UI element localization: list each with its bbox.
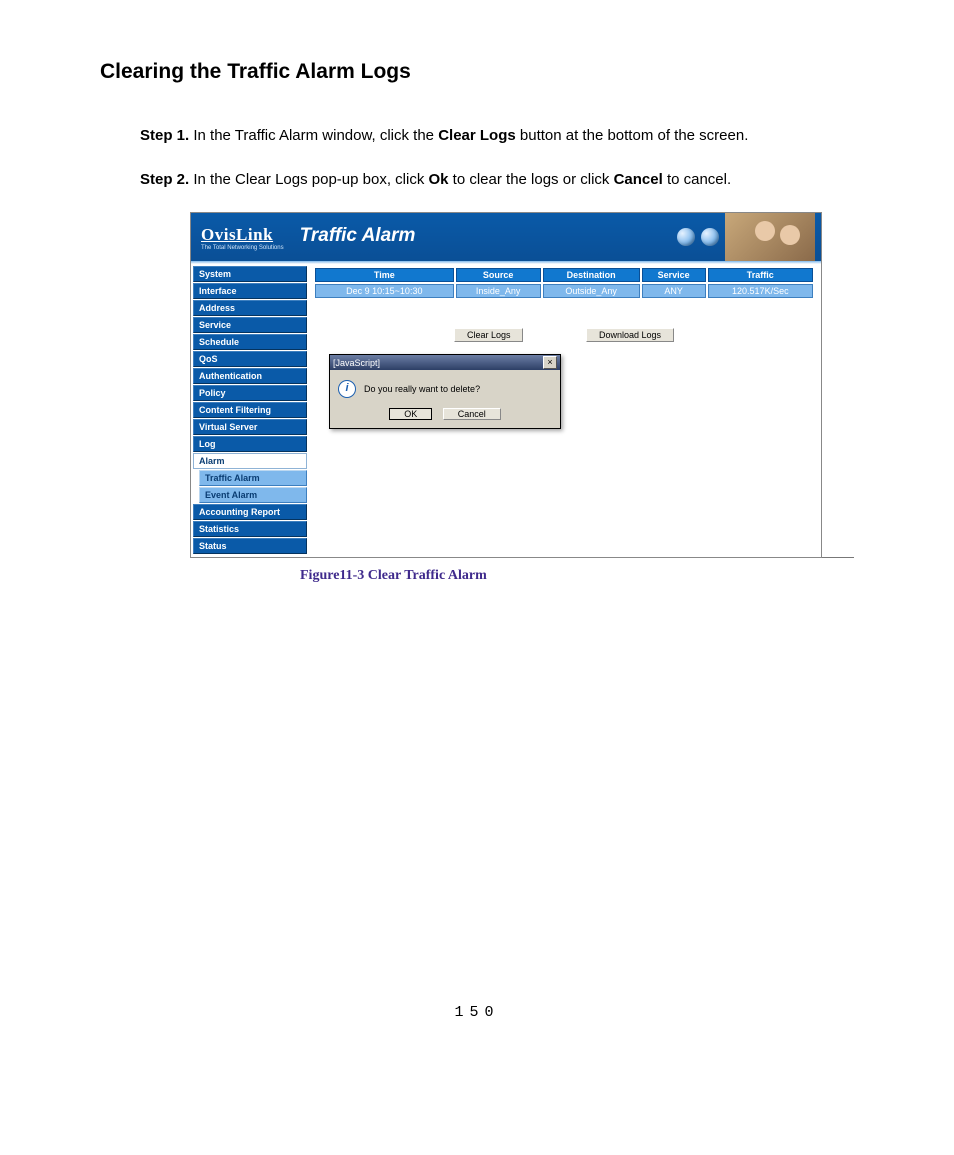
- header-photo: [725, 213, 815, 261]
- brand-tagline: The Total Networking Solutions: [201, 245, 284, 251]
- dialog-message: Do you really want to delete?: [364, 384, 480, 394]
- header-right: [677, 213, 821, 261]
- nav-alarm-subgroup: Traffic Alarm Event Alarm: [199, 470, 307, 503]
- step-1-label: Step 1.: [140, 127, 189, 144]
- nav-policy[interactable]: Policy: [193, 385, 307, 401]
- step-1-text-b: button at the bottom of the screen.: [516, 127, 749, 144]
- cell-dest: Outside_Any: [543, 284, 640, 298]
- nav-alarm[interactable]: Alarm: [193, 453, 307, 469]
- step-1-bold-clearlogs: Clear Logs: [438, 127, 516, 144]
- main-panel: Time Source Destination Service Traffic …: [307, 264, 821, 557]
- steps-block: Step 1. In the Traffic Alarm window, cli…: [140, 124, 854, 192]
- confirm-dialog: [JavaScript] × i Do you really want to d…: [329, 354, 561, 429]
- step-2-label: Step 2.: [140, 171, 189, 188]
- globe-icon: [677, 228, 695, 246]
- nav-status[interactable]: Status: [193, 538, 307, 554]
- nav-system[interactable]: System: [193, 266, 307, 282]
- nav-virtual-server[interactable]: Virtual Server: [193, 419, 307, 435]
- cell-service: ANY: [642, 284, 706, 298]
- nav-interface[interactable]: Interface: [193, 283, 307, 299]
- dialog-button-row: OK Cancel: [330, 404, 560, 428]
- brand-block: OvisLink The Total Networking Solutions: [191, 213, 294, 261]
- dialog-titlebar[interactable]: [JavaScript] ×: [330, 355, 560, 370]
- table-header-row: Time Source Destination Service Traffic: [315, 268, 813, 282]
- step-1-text-a: In the Traffic Alarm window, click the: [189, 127, 438, 144]
- col-time: Time: [315, 268, 454, 282]
- nav-log[interactable]: Log: [193, 436, 307, 452]
- nav-address[interactable]: Address: [193, 300, 307, 316]
- nav-schedule[interactable]: Schedule: [193, 334, 307, 350]
- page-heading: Clearing the Traffic Alarm Logs: [100, 60, 854, 84]
- step-2-text-c: to cancel.: [663, 171, 731, 188]
- app-header: OvisLink The Total Networking Solutions …: [191, 213, 821, 261]
- page-number: 150: [100, 1004, 854, 1021]
- nav-service[interactable]: Service: [193, 317, 307, 333]
- step-2-text-a: In the Clear Logs pop-up box, click: [189, 171, 428, 188]
- step-1: Step 1. In the Traffic Alarm window, cli…: [140, 124, 854, 148]
- figure-caption: Figure11-3 Clear Traffic Alarm: [300, 568, 854, 584]
- nav-sub-traffic-alarm[interactable]: Traffic Alarm: [199, 470, 307, 486]
- nav-statistics[interactable]: Statistics: [193, 521, 307, 537]
- step-2-bold-cancel: Cancel: [614, 171, 663, 188]
- cell-time: Dec 9 10:15~10:30: [315, 284, 454, 298]
- step-2-bold-ok: Ok: [428, 171, 448, 188]
- dialog-close-button[interactable]: ×: [543, 356, 557, 369]
- col-dest: Destination: [543, 268, 640, 282]
- nav-content-filtering[interactable]: Content Filtering: [193, 402, 307, 418]
- col-source: Source: [456, 268, 541, 282]
- cell-traffic: 120.517K/Sec: [708, 284, 813, 298]
- traffic-alarm-table: Time Source Destination Service Traffic …: [313, 266, 815, 300]
- nav-qos[interactable]: QoS: [193, 351, 307, 367]
- col-traffic: Traffic: [708, 268, 813, 282]
- dialog-ok-button[interactable]: OK: [389, 408, 432, 420]
- download-logs-button[interactable]: Download Logs: [586, 328, 674, 342]
- cell-source: Inside_Any: [456, 284, 541, 298]
- clear-logs-button[interactable]: Clear Logs: [454, 328, 524, 342]
- nav-authentication[interactable]: Authentication: [193, 368, 307, 384]
- button-row: Clear Logs Download Logs: [313, 328, 815, 342]
- figure-wrap: OvisLink The Total Networking Solutions …: [190, 212, 854, 584]
- nav-accounting-report[interactable]: Accounting Report: [193, 504, 307, 520]
- info-icon: i: [338, 380, 356, 398]
- embedded-screenshot: OvisLink The Total Networking Solutions …: [190, 212, 822, 558]
- brand-name: OvisLink: [201, 225, 284, 245]
- dialog-title: [JavaScript]: [333, 358, 380, 368]
- nav-sub-event-alarm[interactable]: Event Alarm: [199, 487, 307, 503]
- step-2-text-b: to clear the logs or click: [449, 171, 614, 188]
- header-page-title: Traffic Alarm: [294, 213, 424, 261]
- dialog-content: i Do you really want to delete?: [330, 370, 560, 404]
- globe-icon: [701, 228, 719, 246]
- dialog-cancel-button[interactable]: Cancel: [443, 408, 501, 420]
- table-row: Dec 9 10:15~10:30 Inside_Any Outside_Any…: [315, 284, 813, 298]
- col-service: Service: [642, 268, 706, 282]
- sidebar-nav: System Interface Address Service Schedul…: [191, 264, 307, 557]
- step-2: Step 2. In the Clear Logs pop-up box, cl…: [140, 168, 854, 192]
